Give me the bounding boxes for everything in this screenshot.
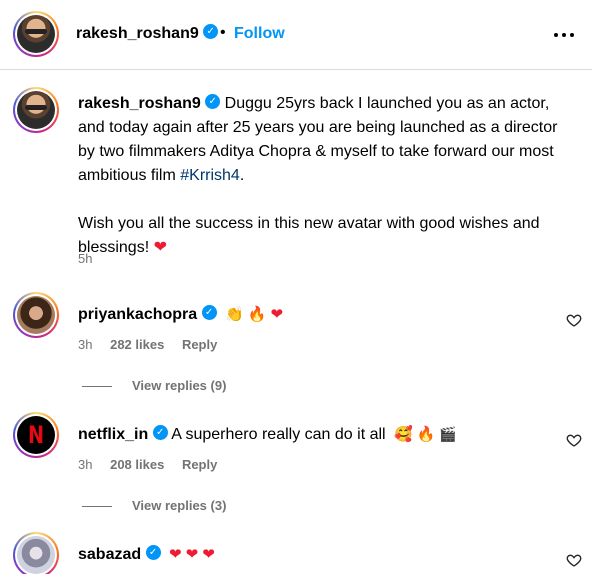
commenter-username[interactable]: netflix_in [78,426,148,443]
red-heart-emoji: ❤ [202,546,215,563]
more-options-icon[interactable] [554,28,574,42]
reply-button[interactable]: Reply [182,457,217,472]
comment-meta: 3h 282 likes Reply [78,337,217,352]
verified-badge-icon: ✓ [203,24,219,40]
caption-avatar[interactable] [13,87,59,133]
commenter-username[interactable]: priyankachopra [78,306,197,323]
heart-outline-icon[interactable] [566,312,582,328]
verified-badge-icon: ✓ [145,545,161,561]
red-heart-emoji: ❤ [169,546,182,563]
caption-text: rakesh_roshan9 ✓ Duggu 25yrs back I laun… [78,94,558,256]
clapping-hands-emoji: 👏 [225,306,244,323]
red-heart-emoji: ❤ [185,546,199,563]
author-avatar[interactable] [13,11,59,57]
replies-divider [82,386,112,388]
caption-body-2: Wish you all the success in this new ava… [78,215,540,256]
heart-outline-icon[interactable] [566,432,582,448]
follow-button[interactable]: Follow [234,25,285,43]
verified-badge-icon: ✓ [152,425,168,441]
commenter-username[interactable]: sabazad [78,546,141,563]
fire-emoji: 🔥 [416,426,436,443]
comment-time[interactable]: 3h [78,457,92,472]
comment-line: sabazad ✓ ❤ ❤ ❤ [78,545,215,564]
commenter-avatar[interactable]: N [13,412,59,458]
reply-button[interactable]: Reply [182,337,217,352]
red-heart-emoji: ❤ [270,306,284,323]
comment-time[interactable]: 3h [78,337,92,352]
comment-line: priyankachopra ✓ 👏 🔥 ❤ [78,305,283,324]
smiling-face-with-hearts-emoji: 🥰 [394,426,413,443]
fire-emoji: 🔥 [247,306,267,323]
clapper-board-emoji: 🎬 [439,426,457,442]
comment-likes[interactable]: 282 likes [110,337,164,352]
commenter-avatar[interactable] [13,532,59,574]
heart-outline-icon[interactable] [566,552,582,568]
verified-badge-icon: ✓ [205,94,221,110]
comment-line: netflix_in ✓ A superhero really can do i… [78,425,457,444]
commenter-avatar[interactable] [13,292,59,338]
view-replies-button[interactable]: View replies (9) [82,378,226,393]
verified-badge-icon: ✓ [201,305,217,321]
netflix-logo-icon: N [27,421,45,449]
comment-likes[interactable]: 208 likes [110,457,164,472]
red-heart-emoji: ❤ [153,239,167,256]
comment-meta: 3h 208 likes Reply [78,457,217,472]
replies-divider [82,506,112,508]
view-replies-button[interactable]: View replies (3) [82,498,226,513]
comment-text: A superhero really can do it all [171,426,386,443]
caption-username[interactable]: rakesh_roshan9 [78,95,201,112]
separator-dot: • [220,24,226,41]
post-header: rakesh_roshan9 ✓ • Follow [0,0,592,70]
caption-timestamp[interactable]: 5h [78,251,92,266]
author-username[interactable]: rakesh_roshan9 ✓ [76,24,219,43]
hashtag-link[interactable]: #Krrish4 [180,167,240,184]
